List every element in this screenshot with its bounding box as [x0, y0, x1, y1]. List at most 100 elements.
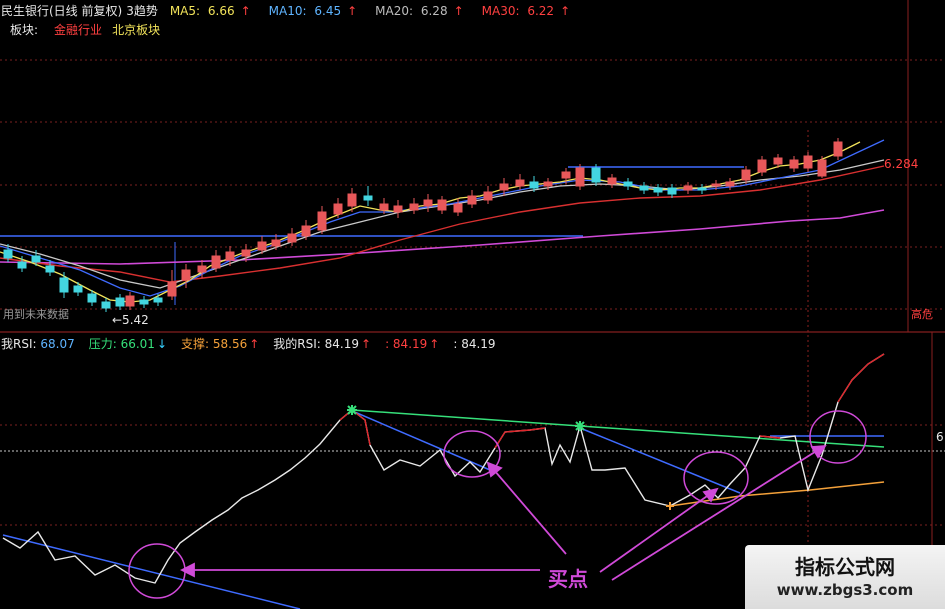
candle-body	[697, 187, 707, 191]
candle-body	[803, 155, 813, 169]
ma5-line	[0, 141, 861, 303]
rsi-downtrend-line	[349, 409, 491, 471]
candle-body	[257, 241, 267, 251]
rsi-overbought-segment	[837, 353, 885, 403]
indicator-legend-value: 84.19	[324, 337, 359, 351]
candle-body	[467, 195, 477, 205]
candle-body	[653, 187, 663, 193]
support-line	[669, 481, 885, 507]
up-arrow-icon: ↑	[249, 337, 260, 351]
down-arrow-icon: ↓	[156, 337, 167, 351]
ma-legend-value: 6.45	[314, 4, 342, 18]
candle-body	[333, 203, 343, 215]
candle-body	[197, 265, 207, 273]
ma-legend-item: MA30: 6.22 ↑	[482, 4, 574, 18]
ma-legend-value: 6.66	[207, 4, 235, 18]
low-price-label: ←5.42	[112, 313, 149, 327]
candle-body	[607, 177, 617, 185]
candle-body	[363, 195, 373, 201]
candle-body	[591, 167, 601, 183]
up-arrow-icon: ↑	[453, 4, 464, 18]
ma-legend-item: MA20: 6.28 ↑	[375, 4, 467, 18]
pressure-line	[351, 409, 885, 448]
rsi-overbought-segment	[494, 427, 546, 449]
candle-body	[437, 199, 447, 211]
candle-body	[153, 297, 163, 303]
up-arrow-icon: ↑	[347, 4, 358, 18]
indicator-legend-item: 我的RSI: 84.19 ↑	[273, 337, 371, 351]
peak-marker	[575, 421, 585, 431]
up-arrow-icon: ↑	[361, 337, 372, 351]
indicator-legend-item: : 84.19 ↑	[385, 337, 439, 351]
candle-body	[87, 293, 97, 303]
candle-body	[379, 203, 389, 211]
indicator-legend-item: 我RSI: 68.07	[1, 337, 75, 351]
indicator-legend-value: 84.19	[392, 337, 428, 351]
candle-body	[225, 251, 235, 261]
candle-body	[757, 159, 767, 173]
sector-label: 板块:	[10, 23, 39, 37]
up-arrow-icon: ↑	[240, 4, 251, 18]
indicator-legend-item: 支撑: 58.56 ↑	[181, 337, 259, 351]
ma-legend-label: MA10:	[268, 4, 311, 18]
watermark-badge: 指标公式网 www.zbgs3.com	[745, 545, 945, 609]
candle-body	[741, 169, 751, 181]
sector-beijing-link[interactable]: 北京板块	[112, 23, 160, 37]
candle-body	[115, 297, 125, 307]
up-arrow-icon: ↑	[429, 337, 440, 351]
candle-body	[181, 269, 191, 281]
candle-body	[499, 183, 509, 191]
up-arrow-icon: ↑	[560, 4, 571, 18]
candle-body	[317, 211, 327, 231]
candle-body	[725, 181, 735, 187]
candle-body	[515, 179, 525, 187]
rsi-downtrend-line	[579, 427, 741, 494]
candle-body	[59, 277, 69, 293]
indicator-title: 3趋势	[126, 4, 158, 18]
indicator-legend-label: 我的RSI:	[273, 337, 325, 351]
ma-legend-label: MA30:	[481, 4, 524, 18]
candle-body	[125, 295, 135, 307]
indicator-legend-item: : 84.19	[453, 337, 495, 351]
indicator-legend-value: 66.01	[120, 337, 155, 351]
candle-body	[453, 203, 463, 213]
candle-body	[241, 249, 251, 257]
indicator-legend: 我RSI: 68.07 压力: 66.01 ↓ 支撑: 58.56 ↑ 我的RSI: 84…	[1, 335, 510, 352]
indicator-legend-label: 支撑:	[181, 337, 213, 351]
stock-name: 民生银行(日线 前复权)	[1, 4, 123, 18]
future-data-note: 用到未来数据	[3, 307, 69, 321]
chart-header: 民生银行(日线 前复权) 3趋势 MA5: 6.66 ↑ MA10: 6.45 ↑ MA20…	[1, 2, 592, 19]
sector-finance-link[interactable]: 金融行业	[54, 23, 102, 37]
candle-body	[31, 255, 41, 263]
candle-body	[423, 199, 433, 207]
candle-body	[833, 141, 843, 157]
annotation-arrows	[179, 444, 827, 581]
ma10-line	[0, 139, 885, 297]
candle-body	[409, 203, 419, 211]
indicator-right-edge-label: 6	[936, 430, 944, 444]
candle-body	[711, 183, 721, 187]
candle-body	[167, 281, 177, 297]
candle-body	[561, 171, 571, 179]
ma-legend-value: 6.22	[527, 4, 555, 18]
chart-stage: ←5.42 6.284 用到未来数据 高危 买点 6	[0, 0, 945, 609]
candle-body	[139, 299, 149, 305]
ma-legend-item: MA5: 6.66 ↑	[170, 4, 255, 18]
trough-marker	[666, 502, 674, 510]
sector-row: 板块: 金融行业 北京板块	[10, 21, 160, 38]
watermark-url: www.zbgs3.com	[776, 581, 914, 599]
candle-body	[817, 159, 827, 177]
candle-body	[45, 265, 55, 273]
candle-body	[543, 181, 553, 187]
indicator-legend-label: 压力:	[88, 337, 121, 351]
candle-body	[347, 193, 357, 207]
indicator-legend-item: 压力: 66.01 ↓	[89, 337, 167, 351]
candle-body	[3, 249, 13, 259]
ma-legend-value: 6.28	[420, 4, 448, 18]
ma-legend-label: MA20:	[375, 4, 417, 18]
candle-body	[639, 185, 649, 191]
indicator-legend-label: 我RSI:	[1, 337, 41, 351]
watermark-title: 指标公式网	[795, 555, 895, 579]
candle-body	[301, 225, 311, 237]
indicator-legend-value: 84.19	[461, 337, 496, 351]
